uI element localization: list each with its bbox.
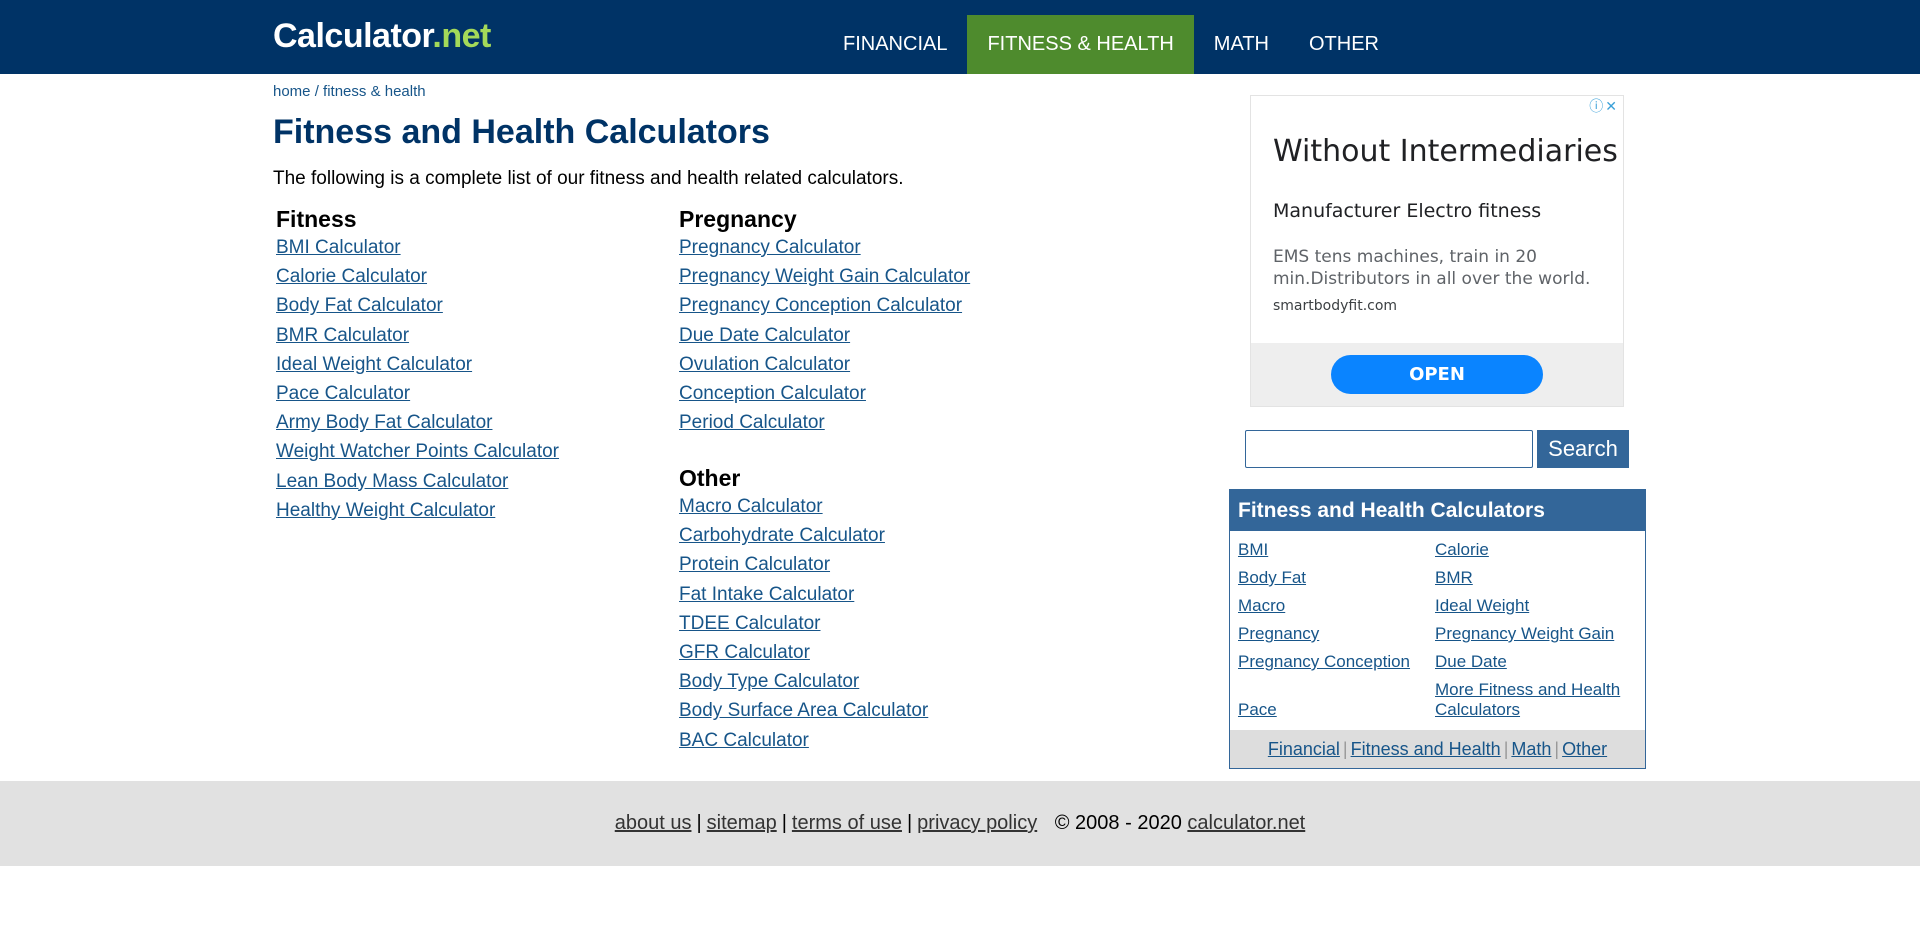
sidebar-calculator-box: Fitness and Health Calculators BMI Calor… bbox=[1229, 489, 1646, 769]
sidebar-row: Pregnancy Conception Due Date bbox=[1238, 648, 1638, 676]
sidebar-link-more-fitness-health[interactable]: More Fitness and Health Calculators bbox=[1435, 680, 1620, 719]
sidebar-row: Pregnancy Pregnancy Weight Gain bbox=[1238, 620, 1638, 648]
sidebar-link-due-date[interactable]: Due Date bbox=[1435, 652, 1507, 671]
footer-separator: | bbox=[781, 812, 787, 834]
ad-footer: OPEN bbox=[1251, 343, 1623, 406]
sidebar-row: BMI Calorie bbox=[1238, 536, 1638, 564]
ad-domain: smartbodyfit.com bbox=[1273, 298, 1398, 314]
sidebar-box-footer: Financial | Fitness and Health | Math | Other bbox=[1230, 730, 1645, 768]
breadcrumb-home-link[interactable]: home bbox=[273, 83, 311, 100]
sidebar-footer-math[interactable]: Math bbox=[1511, 739, 1551, 759]
footer-privacy-link[interactable]: privacy policy bbox=[917, 812, 1037, 834]
nav-fitness-health[interactable]: FITNESS & HEALTH bbox=[967, 15, 1194, 74]
sidebar-footer-other[interactable]: Other bbox=[1562, 739, 1607, 759]
sidebar-footer-separator: | bbox=[1554, 739, 1560, 759]
fitness-section: Fitness BMI Calculator Calorie Calculato… bbox=[276, 205, 559, 525]
link-pace-calculator[interactable]: Pace Calculator bbox=[276, 379, 559, 408]
link-bmr-calculator[interactable]: BMR Calculator bbox=[276, 321, 559, 350]
sidebar-footer-separator: | bbox=[1503, 739, 1509, 759]
link-lean-body-mass-calculator[interactable]: Lean Body Mass Calculator bbox=[276, 467, 559, 496]
sidebar-link-calorie[interactable]: Calorie bbox=[1435, 540, 1489, 559]
site-logo[interactable]: Calculator.net bbox=[273, 16, 491, 56]
link-pregnancy-conception-calculator[interactable]: Pregnancy Conception Calculator bbox=[679, 291, 970, 320]
sidebar-link-body-fat[interactable]: Body Fat bbox=[1238, 568, 1306, 587]
link-army-body-fat-calculator[interactable]: Army Body Fat Calculator bbox=[276, 408, 559, 437]
link-body-fat-calculator[interactable]: Body Fat Calculator bbox=[276, 291, 559, 320]
link-period-calculator[interactable]: Period Calculator bbox=[679, 408, 970, 437]
breadcrumb-separator: / bbox=[310, 83, 324, 100]
advertisement[interactable]: ⓘ ✕ Without Intermediaries Manufacturer … bbox=[1250, 95, 1624, 407]
main-navigation: FINANCIAL FITNESS & HEALTH MATH OTHER bbox=[823, 15, 1399, 74]
sidebar-link-macro[interactable]: Macro bbox=[1238, 596, 1285, 615]
ad-subheadline[interactable]: Manufacturer Electro fitness bbox=[1273, 200, 1541, 222]
link-conception-calculator[interactable]: Conception Calculator bbox=[679, 379, 970, 408]
sidebar-row: Macro Ideal Weight bbox=[1238, 592, 1638, 620]
nav-math[interactable]: MATH bbox=[1194, 15, 1289, 74]
sidebar-link-bmr[interactable]: BMR bbox=[1435, 568, 1473, 587]
footer-about-us-link[interactable]: about us bbox=[615, 812, 692, 834]
footer-separator: | bbox=[696, 812, 702, 834]
link-weight-watcher-points-calculator[interactable]: Weight Watcher Points Calculator bbox=[276, 437, 559, 466]
search-input[interactable] bbox=[1245, 430, 1533, 468]
breadcrumb: home / fitness & health bbox=[273, 83, 426, 100]
logo-text-accent: .net bbox=[432, 17, 491, 55]
footer-terms-link[interactable]: terms of use bbox=[792, 812, 902, 834]
ad-info-icon[interactable]: ⓘ bbox=[1589, 98, 1603, 114]
link-protein-calculator[interactable]: Protein Calculator bbox=[679, 550, 928, 579]
link-carbohydrate-calculator[interactable]: Carbohydrate Calculator bbox=[679, 521, 928, 550]
logo-text-main: Calculator bbox=[273, 17, 433, 55]
other-section: Other Macro Calculator Carbohydrate Calc… bbox=[679, 464, 928, 755]
sidebar-link-grid: BMI Calorie Body Fat BMR Macro Ideal Wei… bbox=[1238, 536, 1638, 724]
link-bac-calculator[interactable]: BAC Calculator bbox=[679, 726, 928, 755]
page-intro-text: The following is a complete list of our … bbox=[273, 168, 904, 189]
sidebar-row: Body Fat BMR bbox=[1238, 564, 1638, 592]
sidebar-footer-financial[interactable]: Financial bbox=[1268, 739, 1340, 759]
link-body-type-calculator[interactable]: Body Type Calculator bbox=[679, 667, 928, 696]
pregnancy-section: Pregnancy Pregnancy Calculator Pregnancy… bbox=[679, 205, 970, 437]
top-header-bar: Calculator.net FINANCIAL FITNESS & HEALT… bbox=[0, 0, 1920, 74]
nav-other[interactable]: OTHER bbox=[1289, 15, 1399, 74]
footer-separator: | bbox=[906, 812, 913, 834]
sidebar-link-pace[interactable]: Pace bbox=[1238, 700, 1277, 719]
link-gfr-calculator[interactable]: GFR Calculator bbox=[679, 638, 928, 667]
sidebar-box-title: Fitness and Health Calculators bbox=[1230, 490, 1645, 531]
sidebar-link-pregnancy[interactable]: Pregnancy bbox=[1238, 624, 1319, 643]
ad-close-icon[interactable]: ✕ bbox=[1605, 98, 1617, 114]
ad-controls: ⓘ ✕ bbox=[1589, 98, 1617, 114]
link-pregnancy-weight-gain-calculator[interactable]: Pregnancy Weight Gain Calculator bbox=[679, 262, 970, 291]
link-pregnancy-calculator[interactable]: Pregnancy Calculator bbox=[679, 233, 970, 262]
page-title: Fitness and Health Calculators bbox=[273, 113, 770, 151]
nav-financial[interactable]: FINANCIAL bbox=[823, 15, 967, 74]
link-healthy-weight-calculator[interactable]: Healthy Weight Calculator bbox=[276, 496, 559, 525]
ad-headline[interactable]: Without Intermediaries bbox=[1273, 134, 1618, 169]
other-heading: Other bbox=[679, 465, 741, 491]
page-footer: about us | sitemap | terms of use | privacy po… bbox=[0, 781, 1920, 866]
breadcrumb-current-link[interactable]: fitness & health bbox=[323, 83, 426, 100]
link-calorie-calculator[interactable]: Calorie Calculator bbox=[276, 262, 559, 291]
link-due-date-calculator[interactable]: Due Date Calculator bbox=[679, 321, 970, 350]
link-ideal-weight-calculator[interactable]: Ideal Weight Calculator bbox=[276, 350, 559, 379]
ad-open-button[interactable]: OPEN bbox=[1331, 355, 1543, 394]
footer-copyright: © 2008 - 2020 bbox=[1054, 812, 1182, 834]
fitness-heading: Fitness bbox=[276, 206, 357, 232]
link-ovulation-calculator[interactable]: Ovulation Calculator bbox=[679, 350, 970, 379]
link-body-surface-area-calculator[interactable]: Body Surface Area Calculator bbox=[679, 696, 928, 725]
sidebar-footer-fitness-health[interactable]: Fitness and Health bbox=[1351, 739, 1501, 759]
link-macro-calculator[interactable]: Macro Calculator bbox=[679, 492, 928, 521]
sidebar-link-ideal-weight[interactable]: Ideal Weight bbox=[1435, 596, 1529, 615]
sidebar-link-bmi[interactable]: BMI bbox=[1238, 540, 1268, 559]
link-bmi-calculator[interactable]: BMI Calculator bbox=[276, 233, 559, 262]
link-tdee-calculator[interactable]: TDEE Calculator bbox=[679, 609, 928, 638]
footer-site-link[interactable]: calculator.net bbox=[1187, 812, 1305, 834]
footer-sitemap-link[interactable]: sitemap bbox=[707, 812, 777, 834]
sidebar-row: Pace More Fitness and Health Calculators bbox=[1238, 676, 1638, 724]
sidebar-footer-separator: | bbox=[1342, 739, 1348, 759]
link-fat-intake-calculator[interactable]: Fat Intake Calculator bbox=[679, 580, 928, 609]
sidebar-link-pregnancy-weight-gain[interactable]: Pregnancy Weight Gain bbox=[1435, 624, 1614, 643]
pregnancy-heading: Pregnancy bbox=[679, 206, 797, 232]
ad-description: EMS tens machines, train in 20 min.Distr… bbox=[1273, 247, 1591, 289]
search-button[interactable]: Search bbox=[1537, 430, 1629, 468]
sidebar-link-pregnancy-conception[interactable]: Pregnancy Conception bbox=[1238, 652, 1410, 671]
